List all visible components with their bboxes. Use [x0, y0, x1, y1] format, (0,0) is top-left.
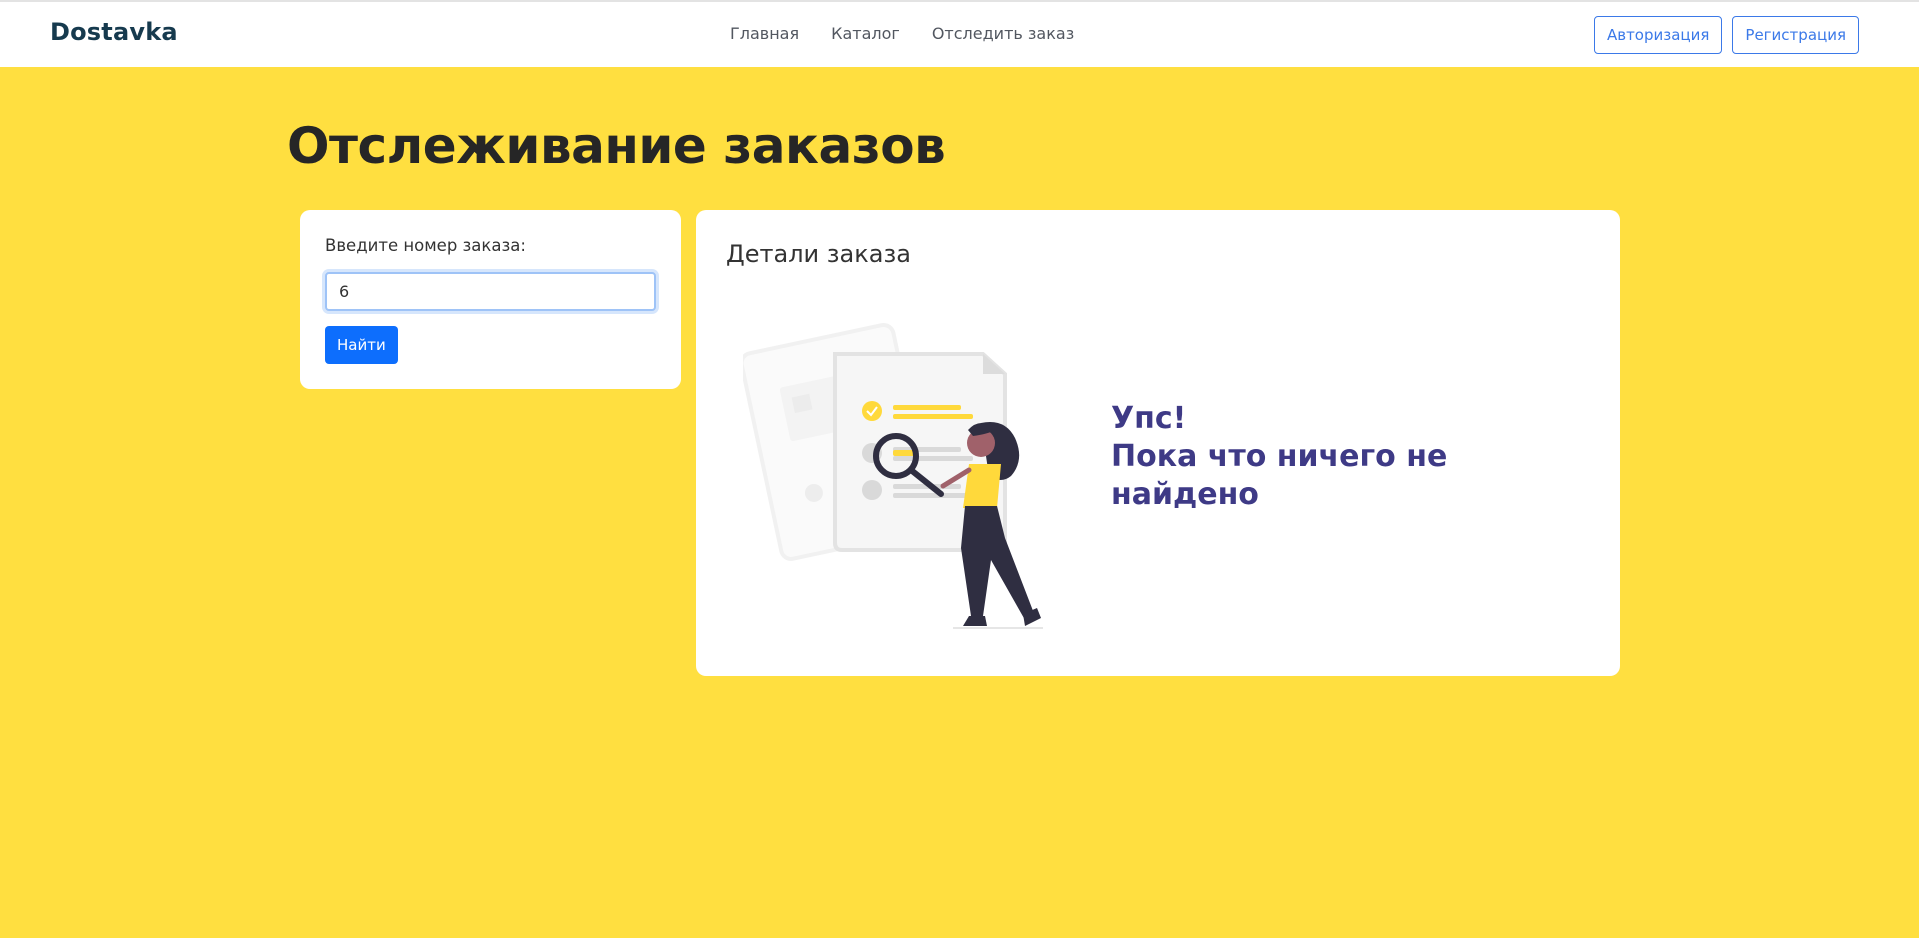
order-details-card: Детали заказа Упс! Пока что ничего не на… — [696, 210, 1620, 676]
nav-link-catalog[interactable]: Каталог — [831, 24, 900, 43]
main-nav: Главная Каталог Отследить заказ — [730, 24, 1074, 43]
not-found-line-3: найдено — [1111, 477, 1259, 512]
not-found-line-2: Пока что ничего не — [1111, 439, 1448, 474]
register-button[interactable]: Регистрация — [1732, 16, 1859, 54]
navbar: Dostavka Главная Каталог Отследить заказ… — [0, 2, 1919, 67]
details-title: Детали заказа — [726, 240, 911, 268]
order-number-input[interactable] — [325, 272, 656, 311]
find-button[interactable]: Найти — [325, 326, 398, 364]
woman-with-magnifier-searching-documents-icon — [743, 323, 1043, 629]
page-title: Отслеживание заказов — [287, 117, 946, 175]
auth-buttons: Авторизация Регистрация — [1593, 16, 1859, 54]
order-search-card: Введите номер заказа: Найти — [300, 210, 681, 389]
order-number-label: Введите номер заказа: — [325, 236, 526, 255]
login-button[interactable]: Авторизация — [1593, 16, 1723, 54]
nav-link-home[interactable]: Главная — [730, 24, 799, 43]
not-found-line-1: Упс! — [1111, 401, 1187, 436]
nav-link-track-order[interactable]: Отследить заказ — [932, 24, 1074, 43]
not-found-message: Упс! Пока что ничего не найдено — [1111, 400, 1447, 514]
brand-logo[interactable]: Dostavka — [50, 18, 178, 46]
